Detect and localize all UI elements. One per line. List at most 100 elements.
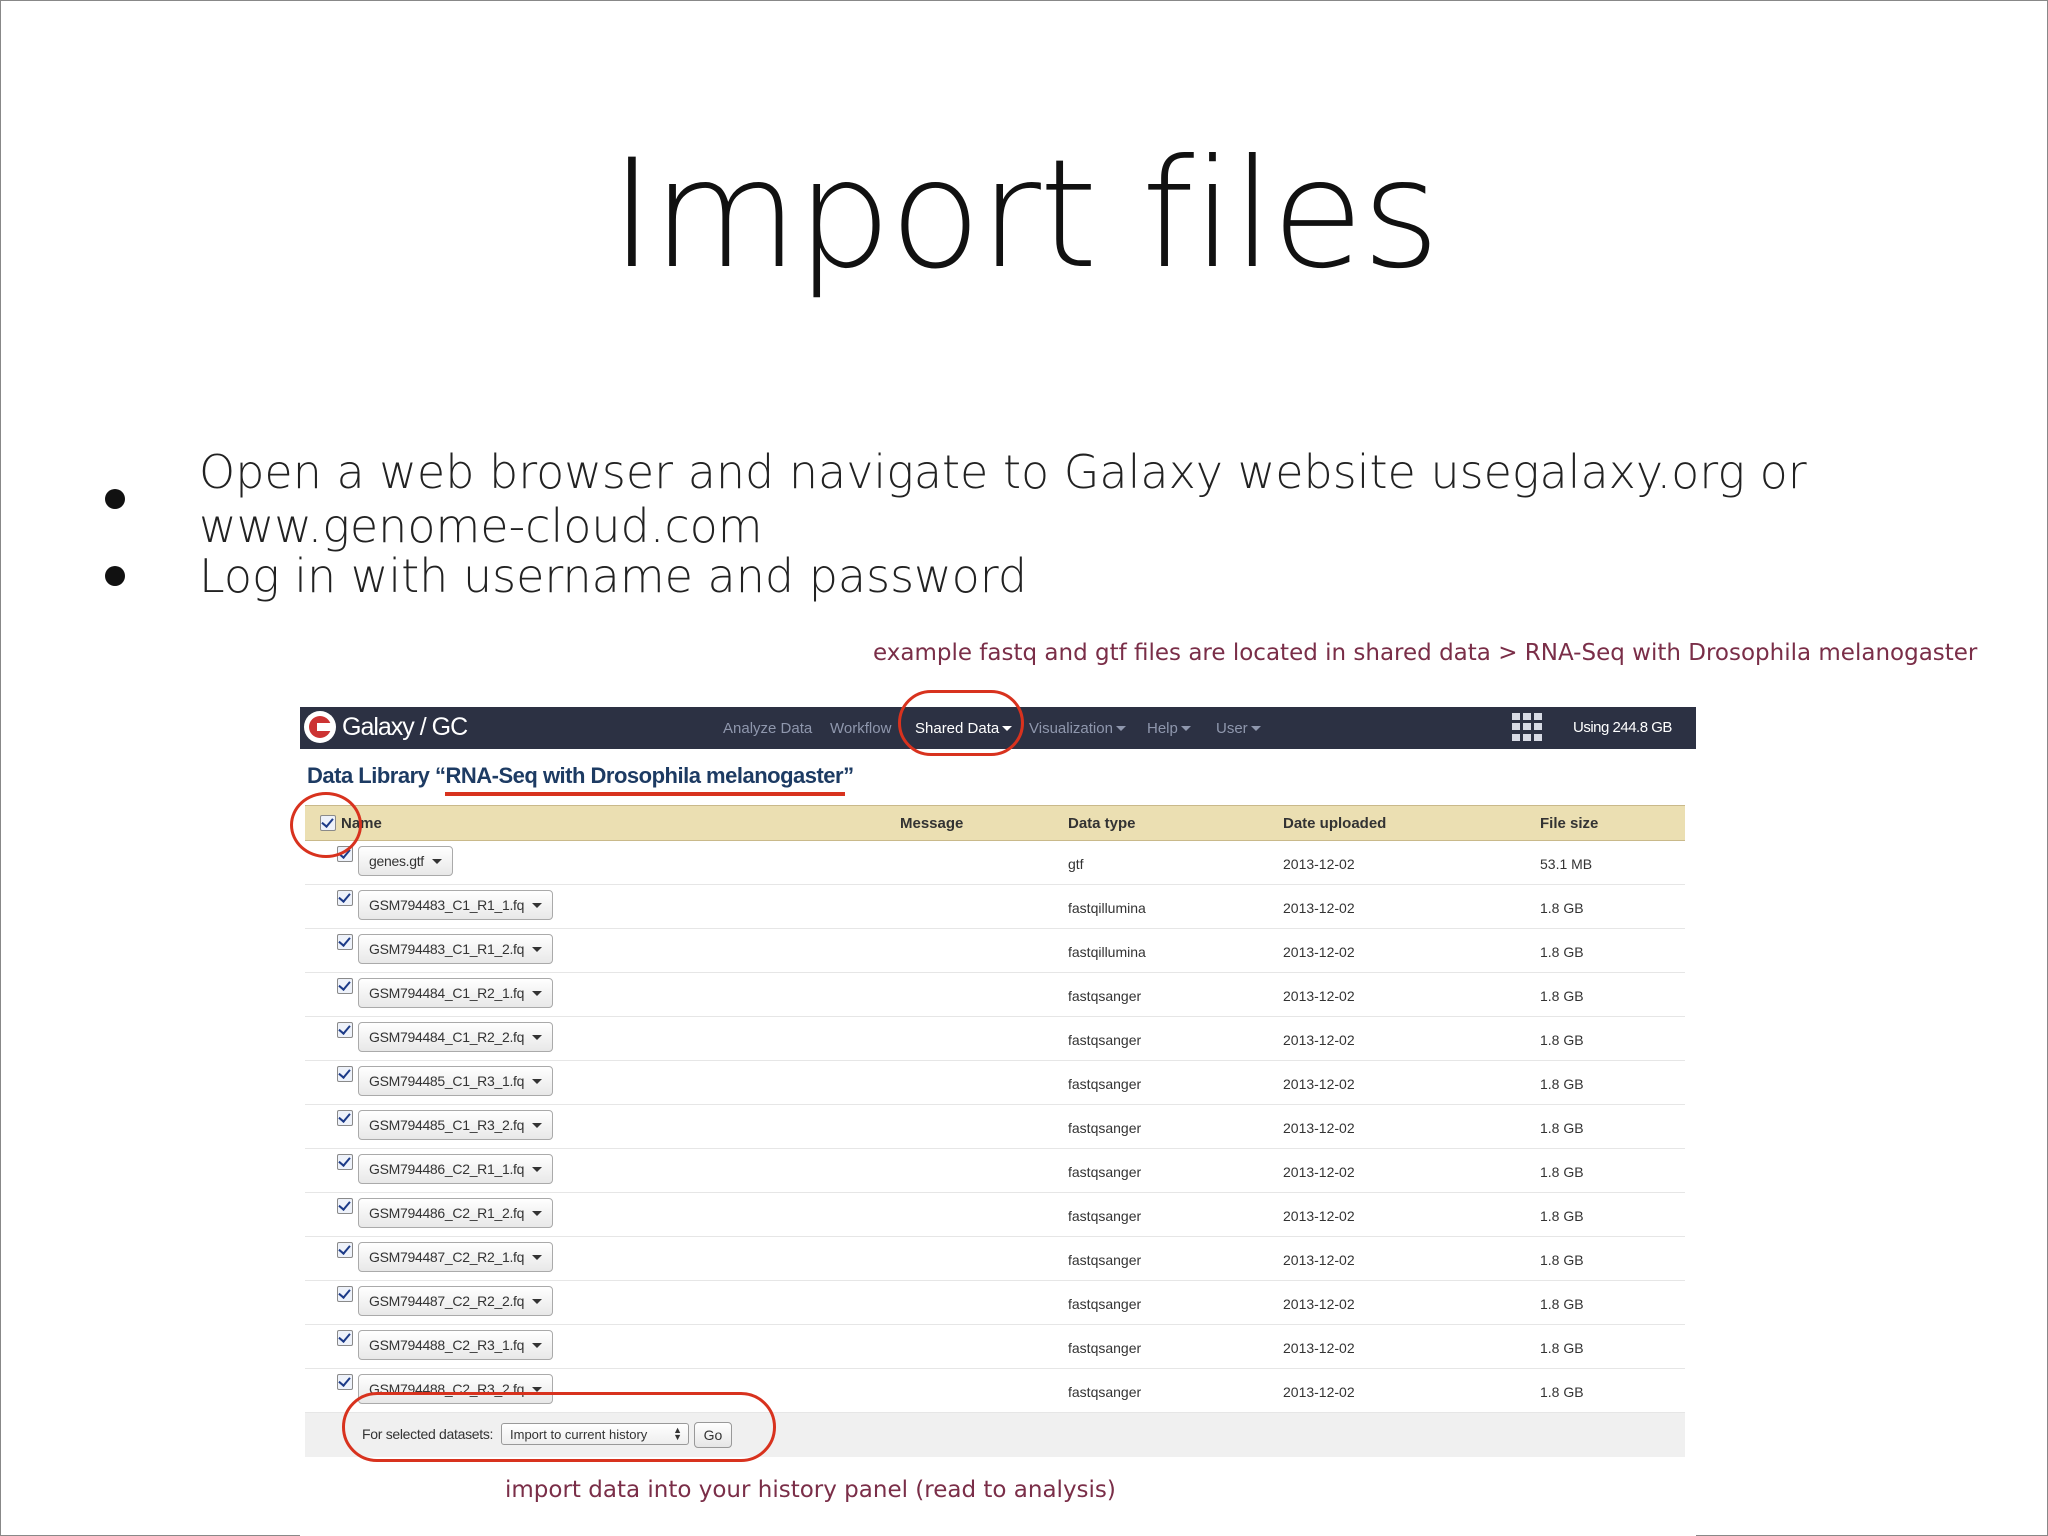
dataset-size: 1.8 GB — [1540, 1252, 1584, 1268]
dataset-size: 1.8 GB — [1540, 1032, 1584, 1048]
dataset-date: 2013-12-02 — [1283, 1340, 1355, 1356]
dataset-date: 2013-12-02 — [1283, 1120, 1355, 1136]
dataset-type: fastqillumina — [1068, 944, 1146, 960]
bullet-text: Log in with username and password — [199, 549, 1028, 603]
chevron-down-icon — [532, 990, 543, 996]
dataset-name: GSM794484_C1_R2_2.fq — [369, 1029, 525, 1045]
chevron-down-icon — [431, 858, 442, 864]
row-checkbox[interactable] — [337, 1242, 353, 1258]
dataset-date: 2013-12-02 — [1283, 944, 1355, 960]
chevron-down-icon — [532, 1166, 543, 1172]
dataset-name: genes.gtf — [369, 853, 424, 869]
dataset-size: 1.8 GB — [1540, 944, 1584, 960]
nav-label: Help — [1147, 719, 1178, 737]
dataset-name-dropdown[interactable]: GSM794483_C1_R1_1.fq — [358, 890, 554, 920]
dataset-name: GSM794483_C1_R1_1.fq — [369, 897, 525, 913]
row-checkbox[interactable] — [337, 1066, 353, 1082]
chevron-down-icon — [532, 1386, 543, 1392]
table-row: GSM794483_C1_R1_2.fq fastqillumina 2013-12… — [305, 929, 1685, 973]
brand-title: Galaxy / GC — [342, 712, 468, 741]
table-body: genes.gtf gtf 2013-12-02 53.1 MB GSM794483_C… — [305, 841, 1685, 1413]
chevron-down-icon — [1180, 725, 1191, 731]
dataset-date: 2013-12-02 — [1283, 900, 1355, 916]
dataset-name-dropdown[interactable]: GSM794486_C2_R1_1.fq — [358, 1154, 554, 1184]
chevron-down-icon — [532, 902, 543, 908]
row-checkbox[interactable] — [337, 890, 353, 906]
dataset-name-dropdown[interactable]: GSM794485_C1_R3_1.fq — [358, 1066, 554, 1096]
bullet-dot-icon — [105, 489, 125, 509]
row-checkbox[interactable] — [337, 1154, 353, 1170]
bullet-dot-icon — [105, 566, 125, 586]
nav-label: User — [1216, 719, 1248, 737]
dataset-size: 1.8 GB — [1540, 1164, 1584, 1180]
library-title: Data Library “RNA-Seq with Drosophila me… — [307, 763, 854, 788]
dataset-size: 1.8 GB — [1540, 900, 1584, 916]
dataset-name: GSM794487_C2_R2_1.fq — [369, 1249, 525, 1265]
dataset-name-dropdown[interactable]: genes.gtf — [358, 846, 453, 876]
brand[interactable]: Galaxy / GC — [304, 711, 468, 743]
dataset-name-dropdown[interactable]: GSM794488_C2_R3_1.fq — [358, 1330, 554, 1360]
highlight-bulk-action — [342, 1392, 776, 1462]
chevron-down-icon — [532, 1078, 543, 1084]
dataset-name-dropdown[interactable]: GSM794485_C1_R3_2.fq — [358, 1110, 554, 1140]
nav-label: Workflow — [830, 719, 892, 737]
nav-analyze[interactable]: Analyze Data — [723, 707, 812, 749]
annotation-bottom: import data into your history panel (rea… — [505, 1477, 1116, 1503]
dataset-size: 53.1 MB — [1540, 856, 1593, 872]
dataset-size: 1.8 GB — [1540, 1208, 1584, 1224]
dataset-type: fastqillumina — [1068, 900, 1146, 916]
table-row: GSM794487_C2_R2_1.fq fastqsanger 2013-12-0… — [305, 1237, 1685, 1281]
row-checkbox[interactable] — [337, 1022, 353, 1038]
nav-workflow[interactable]: Workflow — [830, 707, 891, 749]
dataset-size: 1.8 GB — [1540, 1340, 1584, 1356]
nav-visualization[interactable]: Visualization — [1029, 707, 1126, 749]
col-message: Message — [900, 815, 964, 832]
chevron-down-icon — [532, 1342, 543, 1348]
table-row: GSM794485_C1_R3_1.fq fastqsanger 2013-12-0… — [305, 1061, 1685, 1105]
highlight-select-all — [290, 792, 362, 858]
table-row: GSM794484_C1_R2_1.fq fastqsanger 2013-12-0… — [305, 973, 1685, 1017]
underline-library-title — [445, 792, 845, 796]
dataset-name-dropdown[interactable]: GSM794484_C1_R2_2.fq — [358, 1022, 554, 1052]
nav-user[interactable]: User — [1216, 707, 1261, 749]
dataset-size: 1.8 GB — [1540, 1120, 1584, 1136]
dataset-date: 2013-12-02 — [1283, 1296, 1355, 1312]
dataset-name-dropdown[interactable]: GSM794486_C2_R1_2.fq — [358, 1198, 554, 1228]
bullet-text: Open a web browser and navigate to Galax… — [199, 445, 1807, 553]
nav-help[interactable]: Help — [1147, 707, 1191, 749]
dataset-name-dropdown[interactable]: GSM794487_C2_R2_1.fq — [358, 1242, 554, 1272]
chevron-down-icon — [532, 946, 543, 952]
dataset-size: 1.8 GB — [1540, 1076, 1584, 1092]
dataset-name: GSM794484_C1_R2_1.fq — [369, 985, 525, 1001]
dataset-name: GSM794487_C2_R2_2.fq — [369, 1293, 525, 1309]
dataset-name-dropdown[interactable]: GSM794487_C2_R2_2.fq — [358, 1286, 554, 1316]
dataset-name: GSM794483_C1_R1_2.fq — [369, 941, 525, 957]
dataset-type: fastqsanger — [1068, 1296, 1142, 1312]
bullet-item: Open a web browser and navigate to Galax… — [105, 445, 2048, 553]
row-checkbox[interactable] — [337, 1110, 353, 1126]
dataset-name-dropdown[interactable]: GSM794483_C1_R1_2.fq — [358, 934, 554, 964]
dataset-date: 2013-12-02 — [1283, 1252, 1355, 1268]
table-header: Name Message Data type Date uploaded Fil… — [305, 805, 1685, 841]
row-checkbox[interactable] — [337, 978, 353, 994]
row-checkbox[interactable] — [337, 1330, 353, 1346]
nav-label: Visualization — [1029, 719, 1113, 737]
galaxy-logo-icon — [304, 711, 336, 743]
dataset-type: gtf — [1068, 856, 1084, 872]
apps-grid-icon[interactable] — [1512, 713, 1544, 741]
table-row: GSM794483_C1_R1_1.fq fastqillumina 2013-12… — [305, 885, 1685, 929]
row-checkbox[interactable] — [337, 1286, 353, 1302]
row-checkbox[interactable] — [337, 1198, 353, 1214]
row-checkbox[interactable] — [337, 1374, 353, 1390]
table-row: GSM794486_C2_R1_1.fq fastqsanger 2013-12-0… — [305, 1149, 1685, 1193]
row-checkbox[interactable] — [337, 934, 353, 950]
table-row: GSM794486_C2_R1_2.fq fastqsanger 2013-12-0… — [305, 1193, 1685, 1237]
dataset-size: 1.8 GB — [1540, 1384, 1584, 1400]
dataset-name-dropdown[interactable]: GSM794484_C1_R2_1.fq — [358, 978, 554, 1008]
highlight-shared-data — [898, 690, 1024, 756]
dataset-type: fastqsanger — [1068, 1340, 1142, 1356]
dataset-date: 2013-12-02 — [1283, 1384, 1355, 1400]
dataset-type: fastqsanger — [1068, 1252, 1142, 1268]
table-row: genes.gtf gtf 2013-12-02 53.1 MB — [305, 841, 1685, 885]
chevron-down-icon — [532, 1254, 543, 1260]
